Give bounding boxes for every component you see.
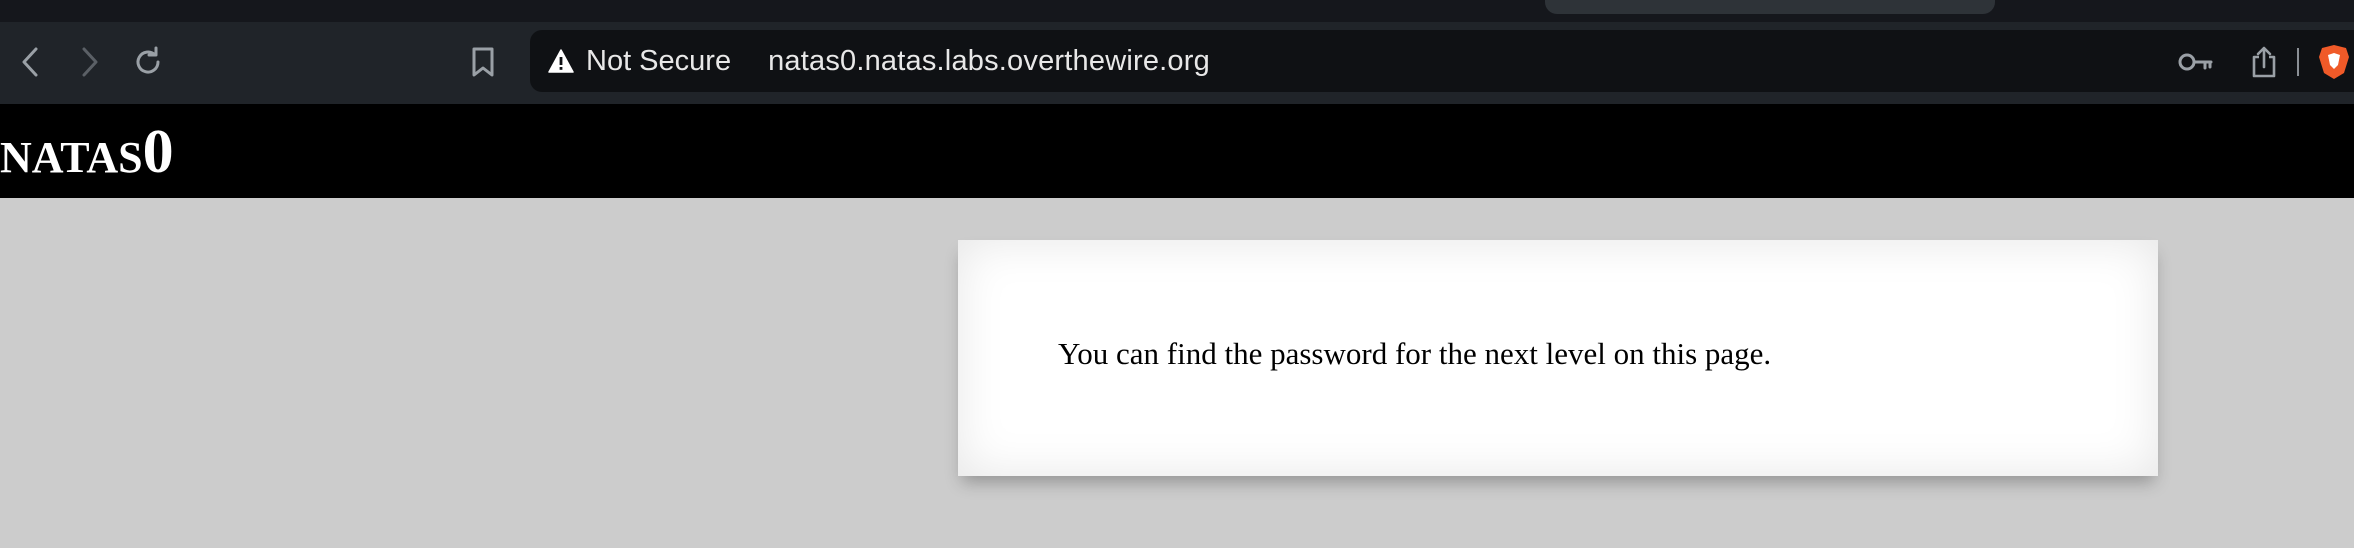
toolbar-divider (2297, 48, 2299, 76)
site-header: NATAS0 (0, 104, 2354, 198)
share-button[interactable] (2244, 42, 2284, 82)
back-button[interactable] (10, 42, 50, 82)
bookmark-icon (472, 47, 494, 77)
site-title-level: 0 (142, 118, 174, 186)
content-card: You can find the password for the next l… (958, 240, 2158, 476)
warning-icon (548, 49, 574, 73)
reload-icon (136, 46, 160, 74)
page-body: You can find the password for the next l… (0, 198, 2354, 548)
reload-button[interactable] (128, 42, 168, 82)
bookmark-button[interactable] (463, 42, 503, 82)
content-message: You can find the password for the next l… (1058, 336, 1772, 371)
browser-window: Not Secure natas0.natas.labs.overthewire… (0, 0, 2354, 548)
forward-button[interactable] (70, 42, 110, 82)
address-bar[interactable]: Not Secure natas0.natas.labs.overthewire… (530, 30, 2354, 92)
brave-shield-icon (2319, 45, 2349, 79)
share-icon (2252, 46, 2276, 78)
url-text[interactable]: natas0.natas.labs.overthewire.org (768, 45, 1210, 78)
key-icon (2178, 53, 2213, 71)
security-label: Not Secure (586, 44, 732, 77)
browser-toolbar: Not Secure natas0.natas.labs.overthewire… (0, 22, 2354, 104)
tab-strip (0, 0, 2354, 22)
forward-icon (82, 47, 98, 77)
back-icon (22, 47, 38, 77)
tab-hint[interactable] (1545, 0, 1995, 14)
password-manager-button[interactable] (2176, 42, 2216, 82)
brave-shields-button[interactable] (2314, 42, 2354, 82)
site-title: NATAS0 (0, 116, 174, 194)
site-title-prefix: NATAS (0, 133, 143, 182)
security-indicator[interactable]: Not Secure (548, 45, 731, 78)
